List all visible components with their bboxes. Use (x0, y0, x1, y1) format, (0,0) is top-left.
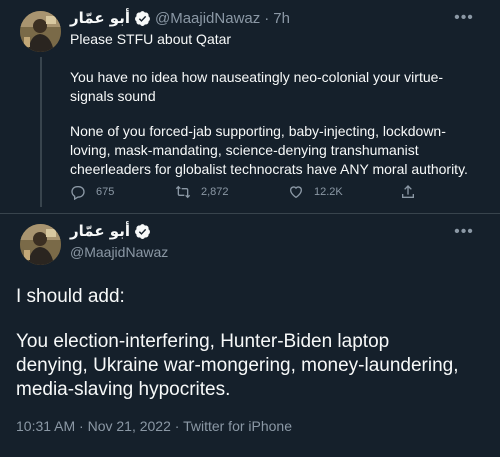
retweet-count: 2,872 (201, 186, 229, 198)
retweet-icon (175, 185, 191, 199)
timestamp[interactable]: 7h (273, 10, 290, 27)
more-options-icon[interactable]: ••• (453, 10, 475, 31)
heart-icon (289, 186, 303, 199)
tweet-meta[interactable]: 10:31 AM · Nov 21, 2022 · Twitter for iP… (16, 418, 292, 434)
verified-badge-icon (135, 223, 150, 239)
avatar[interactable] (20, 11, 61, 52)
tweet-header: أبو عمّار @MaajidNawaz · 7h (70, 8, 460, 28)
display-name[interactable]: أبو عمّار (70, 9, 130, 27)
display-name[interactable]: أبو عمّار (70, 222, 130, 240)
avatar[interactable] (20, 224, 61, 265)
tweet-text-line1: Please STFU about Qatar (70, 31, 232, 47)
divider (0, 213, 500, 214)
like-button[interactable]: 12.2K (288, 184, 343, 200)
reply-icon (71, 186, 85, 200)
share-button[interactable] (400, 184, 426, 200)
action-bar: 675 2,872 12.2K (70, 184, 420, 204)
tweet-text-paragraph: None of you forced-jab supporting, baby-… (70, 123, 468, 177)
tweet-text-paragraph: You election-interfering, Hunter-Biden l… (16, 331, 459, 400)
like-count: 12.2K (314, 186, 343, 198)
separator-dot: · (264, 9, 270, 27)
tweet-header: أبو عمّار (70, 222, 155, 240)
more-options-icon[interactable]: ••• (453, 224, 475, 245)
handle[interactable]: @MaajidNawaz (70, 244, 168, 260)
reply-count: 675 (96, 186, 115, 198)
share-icon (402, 185, 414, 198)
handle[interactable]: @MaajidNawaz (155, 10, 260, 27)
retweet-button[interactable]: 2,872 (175, 184, 229, 200)
parent-tweet[interactable]: أبو عمّار @MaajidNawaz · 7h ••• Please S… (0, 0, 500, 213)
verified-badge-icon (135, 10, 150, 26)
tweet-text-paragraph: I should add: (16, 286, 125, 307)
reply-button[interactable]: 675 (70, 184, 114, 200)
thread-line (40, 57, 42, 207)
tweet-text-paragraph: You have no idea how nauseatingly neo-co… (70, 69, 444, 104)
